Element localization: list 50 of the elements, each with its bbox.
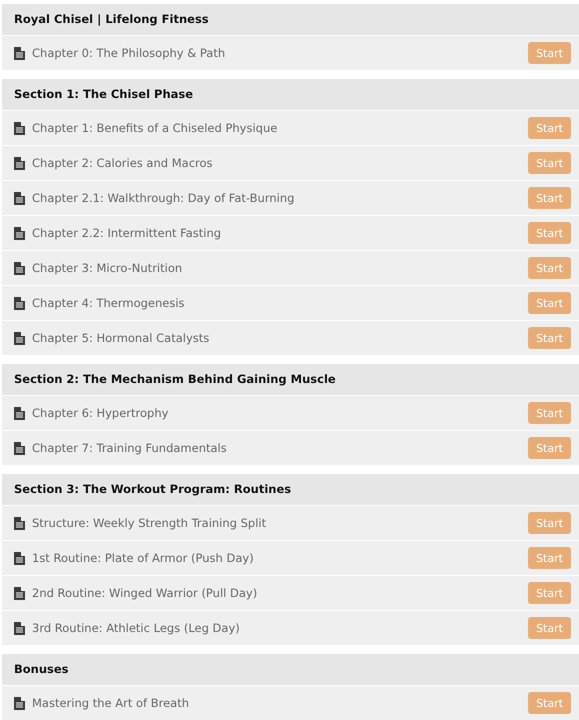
document-icon — [14, 332, 25, 344]
lesson-title: Chapter 3: Micro-Nutrition — [32, 261, 184, 275]
document-icon — [14, 226, 25, 240]
start-button[interactable]: Start — [528, 692, 571, 714]
start-button[interactable]: Start — [528, 222, 571, 244]
document-icon — [14, 516, 25, 530]
lesson-title: 3rd Routine: Athletic Legs (Leg Day) — [32, 621, 241, 635]
lesson-title: Chapter 4: Thermogenesis — [32, 296, 186, 310]
document-icon — [14, 296, 25, 310]
document-icon — [14, 262, 25, 274]
start-button[interactable]: Start — [528, 617, 571, 639]
start-button[interactable]: Start — [528, 437, 571, 459]
section-header: Royal Chisel | Lifelong Fitness — [2, 4, 579, 35]
document-icon — [14, 622, 25, 634]
start-button[interactable]: Start — [528, 327, 571, 349]
start-button[interactable]: Start — [528, 512, 571, 534]
document-icon — [14, 586, 25, 600]
section-header: Section 1: The Chisel Phase — [2, 79, 579, 110]
document-icon — [14, 696, 25, 710]
section-header: Bonuses — [2, 654, 579, 685]
lesson-title: Chapter 5: Hormonal Catalysts — [32, 331, 210, 345]
start-button[interactable]: Start — [528, 402, 571, 424]
start-button[interactable]: Start — [528, 547, 571, 569]
lesson-title: Chapter 0: The Philosophy & Path — [32, 46, 226, 60]
start-button[interactable]: Start — [528, 292, 571, 314]
document-icon — [14, 46, 25, 60]
start-button[interactable]: Start — [528, 187, 571, 209]
document-icon — [14, 192, 25, 204]
lesson-title: Chapter 2.1: Walkthrough: Day of Fat-Burning — [32, 191, 296, 205]
document-icon — [14, 406, 25, 420]
document-icon — [14, 552, 25, 564]
section-header: Section 2: The Mechanism Behind Gaining Muscle — [2, 364, 579, 395]
start-button[interactable]: Start — [528, 42, 571, 64]
lesson-title: Structure: Weekly Strength Training Split — [32, 516, 268, 530]
start-button[interactable]: Start — [528, 257, 571, 279]
start-button[interactable]: Start — [528, 582, 571, 604]
section-header: Section 3: The Workout Program: Routines — [2, 474, 579, 505]
lesson-title: Chapter 1: Benefits of a Chiseled Physique — [32, 121, 278, 135]
lesson-title: 1st Routine: Plate of Armor (Push Day) — [32, 551, 255, 565]
lesson-title: Chapter 7: Training Fundamentals — [32, 441, 228, 455]
lesson-title: 2nd Routine: Winged Warrior (Pull Day) — [32, 586, 258, 600]
document-icon — [14, 122, 25, 134]
lesson-title: Mastering the Art of Breath — [32, 696, 190, 710]
lesson-title: Chapter 2: Calories and Macros — [32, 156, 214, 170]
start-button[interactable]: Start — [528, 152, 571, 174]
lesson-title: Chapter 2.2: Intermittent Fasting — [32, 226, 222, 240]
document-icon — [14, 442, 25, 454]
document-icon — [14, 156, 25, 170]
start-button[interactable]: Start — [528, 117, 571, 139]
lesson-title: Chapter 6: Hypertrophy — [32, 406, 170, 420]
